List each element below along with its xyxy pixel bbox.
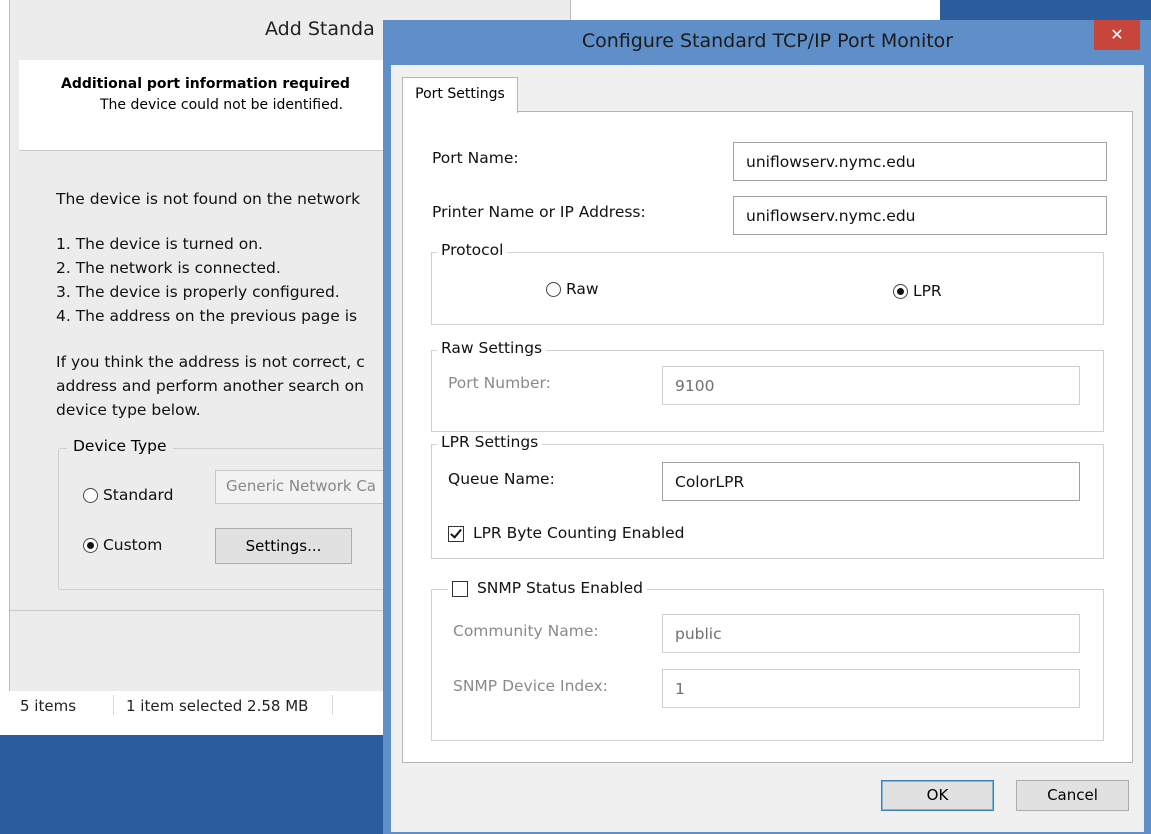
- cancel-button[interactable]: Cancel: [1016, 780, 1129, 811]
- radio-icon: [893, 284, 908, 299]
- list-item: 4. The address on the previous page is: [56, 307, 358, 325]
- ok-button[interactable]: OK: [881, 780, 994, 811]
- port-number-label: Port Number:: [448, 374, 551, 392]
- status-separator: [113, 695, 114, 715]
- raw-radio[interactable]: Raw: [546, 280, 599, 298]
- wizard-paragraph-line: address and perform another search on: [56, 377, 364, 395]
- queue-name-label: Queue Name:: [448, 470, 555, 488]
- status-item-count: 5 items: [20, 697, 77, 715]
- wizard-intro: The device is not found on the network: [56, 190, 361, 208]
- byte-counting-label: LPR Byte Counting Enabled: [472, 524, 685, 542]
- list-item: 3. The device is properly configured.: [56, 283, 340, 301]
- port-settings-panel: Port Name: uniflowserv.nymc.edu Printer …: [402, 111, 1133, 763]
- port-name-input[interactable]: uniflowserv.nymc.edu: [733, 142, 1107, 181]
- wizard-header-subtitle: The device could not be identified.: [100, 97, 344, 113]
- custom-radio[interactable]: Custom: [83, 536, 162, 554]
- wizard-paragraph-line: device type below.: [56, 401, 201, 419]
- printer-address-input[interactable]: uniflowserv.nymc.edu: [733, 196, 1107, 235]
- protocol-legend: Protocol: [437, 241, 508, 259]
- lpr-radio-label: LPR: [912, 282, 942, 300]
- byte-counting-checkbox[interactable]: LPR Byte Counting Enabled: [448, 524, 685, 542]
- status-selection: 1 item selected 2.58 MB: [126, 697, 309, 715]
- community-name-input[interactable]: public: [662, 614, 1080, 653]
- checkbox-checked-icon: [448, 525, 464, 542]
- lpr-settings-legend: LPR Settings: [437, 433, 543, 451]
- printer-address-label: Printer Name or IP Address:: [432, 203, 646, 221]
- checkbox-unchecked-icon: [452, 580, 468, 597]
- list-item: 1. The device is turned on.: [56, 235, 263, 253]
- wizard-header-title: Additional port information required: [61, 76, 350, 92]
- standard-radio[interactable]: Standard: [83, 486, 173, 504]
- configure-port-dialog: Configure Standard TCP/IP Port Monitor ✕…: [383, 20, 1151, 834]
- settings-button[interactable]: Settings...: [215, 528, 352, 564]
- custom-radio-label: Custom: [102, 536, 163, 554]
- status-separator: [332, 695, 333, 715]
- wizard-paragraph-line: If you think the address is not correct,…: [56, 353, 365, 371]
- radio-icon: [546, 282, 561, 297]
- protocol-group: Protocol: [431, 241, 1104, 325]
- port-number-input[interactable]: 9100: [662, 366, 1080, 405]
- community-name-label: Community Name:: [453, 622, 599, 640]
- queue-name-input[interactable]: ColorLPR: [662, 462, 1080, 501]
- list-item: 2. The network is connected.: [56, 259, 281, 277]
- port-name-label: Port Name:: [432, 149, 519, 167]
- tab-port-settings[interactable]: Port Settings: [402, 77, 518, 113]
- radio-icon: [83, 538, 98, 553]
- dialog-client: Port Settings Port Name: uniflowserv.nym…: [391, 65, 1144, 832]
- raw-settings-legend: Raw Settings: [437, 339, 547, 357]
- radio-icon: [83, 488, 98, 503]
- snmp-label: SNMP Status Enabled: [476, 579, 643, 597]
- snmp-group: [431, 589, 1104, 741]
- snmp-device-index-label: SNMP Device Index:: [453, 677, 608, 695]
- close-button[interactable]: ✕: [1094, 20, 1140, 50]
- standard-radio-label: Standard: [102, 486, 174, 504]
- lpr-radio[interactable]: LPR: [893, 282, 942, 300]
- snmp-device-index-input[interactable]: 1: [662, 669, 1080, 708]
- device-type-legend: Device Type: [67, 437, 173, 455]
- dialog-title: Configure Standard TCP/IP Port Monitor: [581, 30, 954, 52]
- snmp-checkbox[interactable]: SNMP Status Enabled: [448, 579, 647, 597]
- raw-radio-label: Raw: [565, 280, 599, 298]
- close-icon: ✕: [1110, 25, 1124, 44]
- wizard-title: Add Standa: [265, 18, 375, 40]
